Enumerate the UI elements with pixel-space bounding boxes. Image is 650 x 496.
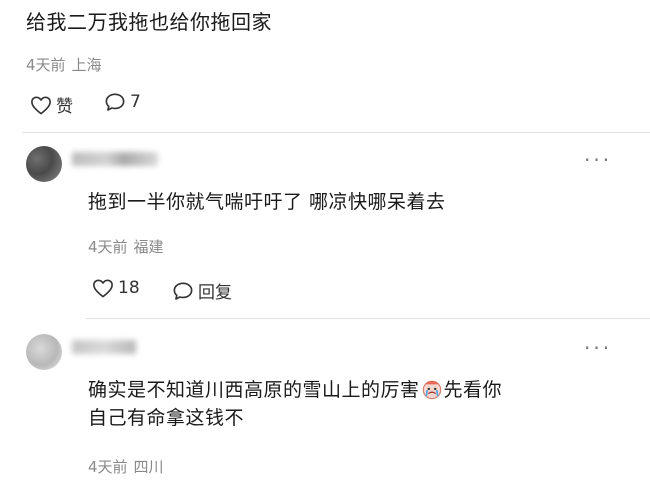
reply-like-button[interactable]: 18 (92, 278, 140, 298)
reply-meta: 4天前 福建 (88, 236, 164, 257)
reply-text: 拖到一半你就气喘吁吁了 哪凉快哪呆着去 (88, 191, 446, 213)
username-blurred (72, 340, 136, 354)
post-like-button[interactable]: 赞 (30, 92, 73, 117)
reply-location: 四川 (133, 458, 164, 476)
reply-meta: 4天前 四川 (88, 456, 164, 477)
username-blurred (72, 152, 158, 166)
divider (86, 318, 650, 319)
post-like-label: 赞 (56, 97, 73, 117)
reply-button[interactable]: 回复 (172, 278, 232, 303)
avatar[interactable] (26, 334, 62, 370)
ellipsis-icon[interactable]: ··· (584, 338, 612, 358)
heart-icon (30, 95, 52, 115)
reply-like-count: 18 (118, 278, 140, 298)
speech-bubble-icon (172, 281, 194, 301)
speech-bubble-icon (104, 92, 126, 112)
avatar[interactable] (26, 146, 62, 182)
post-meta: 4天前 上海 (26, 54, 102, 75)
post-comment-button[interactable]: 7 (104, 92, 141, 112)
crying-face-icon (421, 378, 443, 400)
reply-location: 福建 (133, 238, 164, 256)
heart-icon (92, 278, 114, 298)
post-location: 上海 (71, 56, 102, 74)
ellipsis-icon[interactable]: ··· (584, 150, 612, 170)
reply-text-part: 自己有命拿这钱不 (88, 407, 245, 429)
post-comment-count: 7 (130, 92, 141, 112)
reply-label: 回复 (198, 283, 232, 303)
reply-time: 4天前 (88, 238, 128, 256)
divider (22, 132, 650, 133)
reply-text-part: 先看你 (443, 379, 503, 401)
post-text: 给我二万我拖也给你拖回家 (26, 10, 272, 34)
post-time: 4天前 (26, 56, 66, 74)
reply-text-part: 确实是不知道川西高原的雪山上的厉害 (88, 379, 420, 401)
reply-time: 4天前 (88, 458, 128, 476)
reply-text: 确实是不知道川西高原的雪山上的厉害 先看你 自己有命拿这钱不 (88, 376, 502, 432)
